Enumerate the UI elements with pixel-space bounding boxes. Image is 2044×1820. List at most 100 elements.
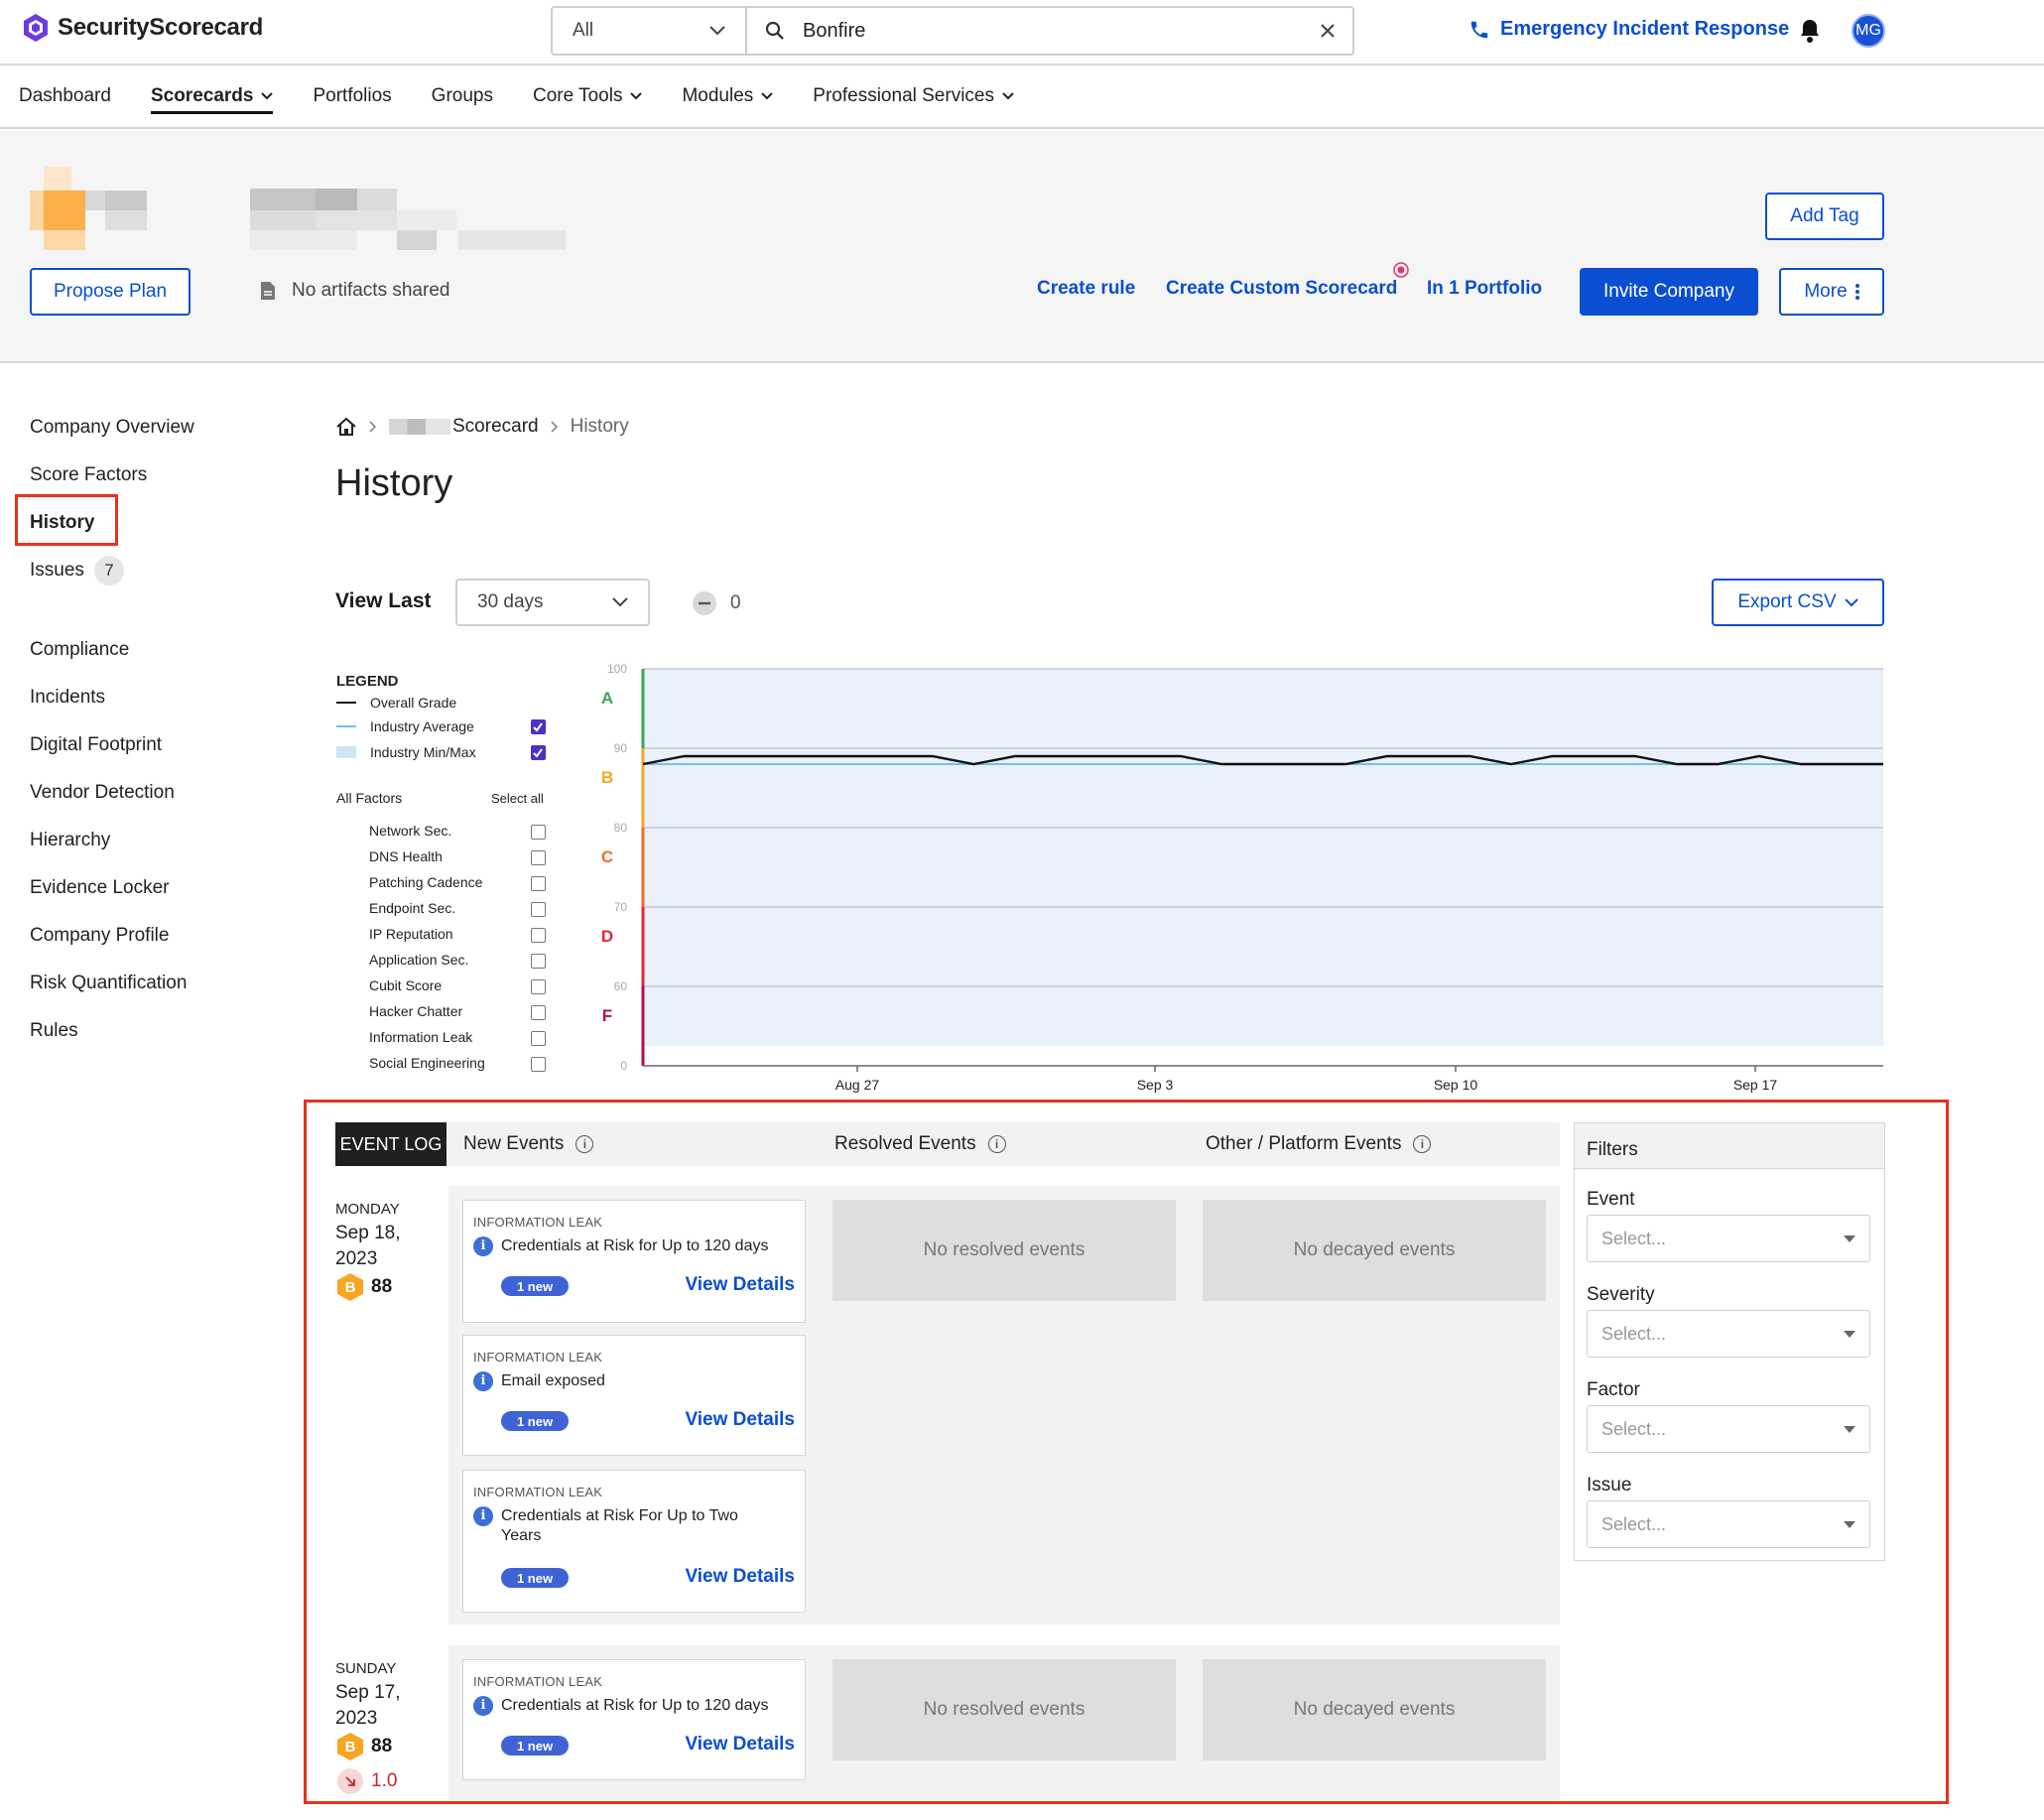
nav-label: Modules	[682, 85, 754, 106]
search-value: Bonfire	[803, 19, 866, 42]
sidebar-item-issues[interactable]: Issues 7	[30, 556, 124, 585]
factor-label: Endpoint Sec.	[369, 900, 456, 916]
company-header: Add Tag Propose Plan No artifacts shared…	[0, 131, 2044, 363]
severity-filter-select[interactable]: Select...	[1587, 1310, 1870, 1358]
portfolio-link[interactable]: In 1 Portfolio	[1427, 278, 1542, 300]
info-icon: i	[473, 1696, 493, 1716]
factor-checkbox[interactable]	[531, 825, 546, 840]
company-name-redacted	[389, 419, 450, 435]
breadcrumb-scorecard: Scorecard	[452, 416, 539, 437]
event-category: INFORMATION LEAK	[473, 1215, 603, 1230]
new-count-pill: 1 new	[501, 1411, 569, 1431]
factor-checkbox[interactable]	[531, 954, 546, 969]
y-tick-label: 60	[614, 979, 628, 993]
breadcrumb-company[interactable]: Scorecard	[389, 416, 539, 438]
event-title-text: Credentials at Risk for Up to 120 days	[501, 1697, 769, 1714]
notification-dot-icon	[1393, 262, 1409, 278]
nav-professional-services[interactable]: Professional Services	[813, 65, 1014, 128]
search-scope-select[interactable]: All	[553, 8, 747, 54]
issue-filter-select[interactable]: Select...	[1587, 1500, 1870, 1548]
grade-hexagon-icon: B	[337, 1733, 363, 1760]
grade-label: A	[601, 689, 613, 708]
user-avatar[interactable]: MG	[1852, 14, 1885, 48]
new-events-label: New Events	[463, 1133, 565, 1154]
event-card: INFORMATION LEAK i Credentials at Risk fo…	[462, 1200, 806, 1323]
factor-checkbox[interactable]	[531, 979, 546, 994]
industry-avg-checkbox[interactable]	[531, 719, 546, 734]
bell-icon[interactable]	[1798, 18, 1822, 44]
home-icon[interactable]	[335, 417, 357, 437]
range-value: 30 days	[477, 591, 544, 612]
event-title: i Credentials at Risk For Up to Two Years	[473, 1506, 771, 1546]
create-rule-link[interactable]: Create rule	[1037, 278, 1135, 300]
sidebar-item-risk-quantification[interactable]: Risk Quantification	[30, 973, 187, 994]
propose-plan-button[interactable]: Propose Plan	[30, 268, 191, 316]
nav-label: Portfolios	[313, 85, 392, 106]
create-custom-scorecard-link[interactable]: Create Custom Scorecard	[1166, 278, 1397, 300]
event-filter-select[interactable]: Select...	[1587, 1215, 1870, 1262]
factor-checkbox[interactable]	[531, 876, 546, 891]
sidebar-item-vendor-detection[interactable]: Vendor Detection	[30, 782, 175, 804]
factor-checkbox[interactable]	[531, 850, 546, 865]
nav-scorecards[interactable]: Scorecards	[150, 65, 274, 128]
sidebar-item-company-overview[interactable]: Company Overview	[30, 417, 194, 439]
event-title-text: Credentials at Risk For Up to Two Years	[501, 1507, 738, 1544]
sidebar-item-company-profile[interactable]: Company Profile	[30, 925, 169, 947]
legend-area-swatch	[336, 746, 356, 758]
event-title-text: Credentials at Risk for Up to 120 days	[501, 1237, 769, 1254]
sidebar-item-evidence-locker[interactable]: Evidence Locker	[30, 877, 169, 899]
close-icon[interactable]	[1321, 24, 1335, 38]
event-title-text: Email exposed	[501, 1372, 605, 1389]
add-tag-button[interactable]: Add Tag	[1765, 193, 1884, 240]
factor-checkbox[interactable]	[531, 1005, 546, 1020]
y-tick-label: 90	[614, 741, 628, 755]
range-select[interactable]: 30 days	[455, 579, 650, 626]
sidebar-item-digital-footprint[interactable]: Digital Footprint	[30, 734, 162, 756]
view-details-link[interactable]: View Details	[685, 1274, 795, 1296]
tab-event-log[interactable]: EVENT LOG	[335, 1122, 447, 1166]
nav-portfolios[interactable]: Portfolios	[313, 65, 391, 128]
page-title: History	[335, 462, 453, 504]
info-icon[interactable]: i	[987, 1135, 1006, 1153]
sidebar-item-incidents[interactable]: Incidents	[30, 687, 105, 709]
legend-line-swatch	[336, 725, 356, 727]
nav-modules[interactable]: Modules	[682, 65, 774, 128]
nav-core-tools[interactable]: Core Tools	[533, 65, 643, 128]
info-icon[interactable]: i	[575, 1135, 594, 1153]
industry-minmax-checkbox[interactable]	[531, 745, 546, 760]
more-button[interactable]: More	[1779, 268, 1884, 316]
factor-checkbox[interactable]	[531, 928, 546, 943]
nav-dashboard[interactable]: Dashboard	[19, 65, 111, 128]
day-date: Sep 18, 2023	[335, 1221, 401, 1272]
chevron-down-icon	[612, 597, 628, 607]
artifacts-label: No artifacts shared	[292, 280, 450, 301]
arrow-down-right-icon	[337, 1768, 363, 1794]
emergency-incident-link[interactable]: Emergency Incident Response	[1469, 18, 1789, 41]
brand-logo[interactable]: SecurityScorecard	[20, 12, 263, 44]
view-details-link[interactable]: View Details	[685, 1734, 795, 1755]
view-details-link[interactable]: View Details	[685, 1409, 795, 1431]
filters-title: Filters	[1575, 1123, 1884, 1169]
history-chart: 100 90 80 70 60 0 A B C D F Aug 27 Sep 3 Sep 10 Sep 17	[601, 662, 1883, 1093]
factor-checkbox[interactable]	[531, 902, 546, 917]
nav-groups[interactable]: Groups	[432, 65, 493, 128]
filter-label: Issue	[1587, 1475, 1632, 1495]
y-tick-label: 0	[620, 1059, 627, 1073]
factor-checkbox[interactable]	[531, 1031, 546, 1046]
day-delta-value: 1.0	[371, 1770, 398, 1791]
sidebar-item-rules[interactable]: Rules	[30, 1020, 78, 1042]
sidebar-item-hierarchy[interactable]: Hierarchy	[30, 830, 110, 851]
view-details-link[interactable]: View Details	[685, 1566, 795, 1588]
export-csv-button[interactable]: Export CSV	[1712, 579, 1884, 626]
factor-checkbox[interactable]	[531, 1057, 546, 1072]
search-input[interactable]: Bonfire	[747, 8, 1352, 54]
sidebar-item-score-factors[interactable]: Score Factors	[30, 464, 147, 486]
info-icon[interactable]: i	[1413, 1135, 1432, 1153]
day-weekday: MONDAY	[335, 1201, 400, 1218]
factor-filter-select[interactable]: Select...	[1587, 1405, 1870, 1453]
sidebar-item-compliance[interactable]: Compliance	[30, 639, 129, 661]
invite-company-button[interactable]: Invite Company	[1580, 268, 1758, 316]
select-all-link[interactable]: Select all	[491, 788, 544, 808]
sidebar-item-history[interactable]: History	[30, 512, 94, 534]
factor-label: Patching Cadence	[369, 874, 483, 890]
